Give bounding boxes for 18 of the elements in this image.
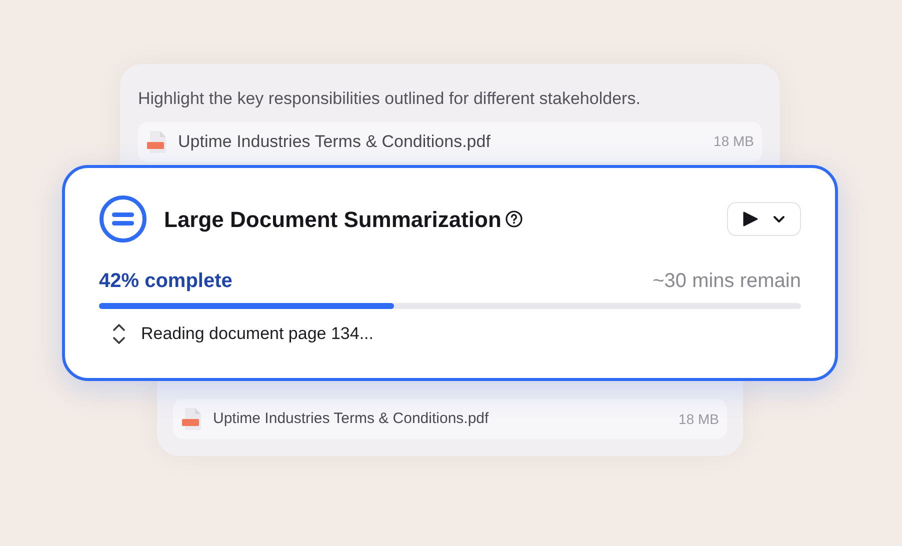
help-icon[interactable]: [505, 210, 524, 228]
file-size: 18 MB: [678, 410, 719, 428]
time-remaining: ~30 mins remain: [652, 269, 801, 294]
file-name: Uptime Industries Terms & Conditions.pdf: [178, 130, 492, 153]
play-icon: [742, 211, 758, 227]
task-title: Large Document Summarization: [164, 206, 502, 234]
menu-circle-icon: [99, 195, 147, 243]
file-size: 18 MB: [714, 132, 754, 151]
prompt-text: Highlight the key responsibilities outlined for different stakeholders.: [138, 88, 642, 110]
file-attachment[interactable]: Uptime Industries Terms & Conditions.pdf 18 MB: [138, 122, 762, 162]
file-name: Uptime Industries Terms & Conditions.pdf: [213, 408, 490, 429]
pdf-file-icon: [181, 407, 203, 431]
progress-label: 42% complete: [99, 269, 232, 294]
file-attachment[interactable]: Uptime Industries Terms & Conditions.pdf 18 MB: [173, 399, 727, 439]
pdf-file-icon: [146, 130, 168, 154]
run-dropdown-button[interactable]: [727, 202, 801, 236]
status-text: Reading document page 134...: [141, 323, 374, 345]
expand-collapse-icon[interactable]: [111, 322, 127, 345]
